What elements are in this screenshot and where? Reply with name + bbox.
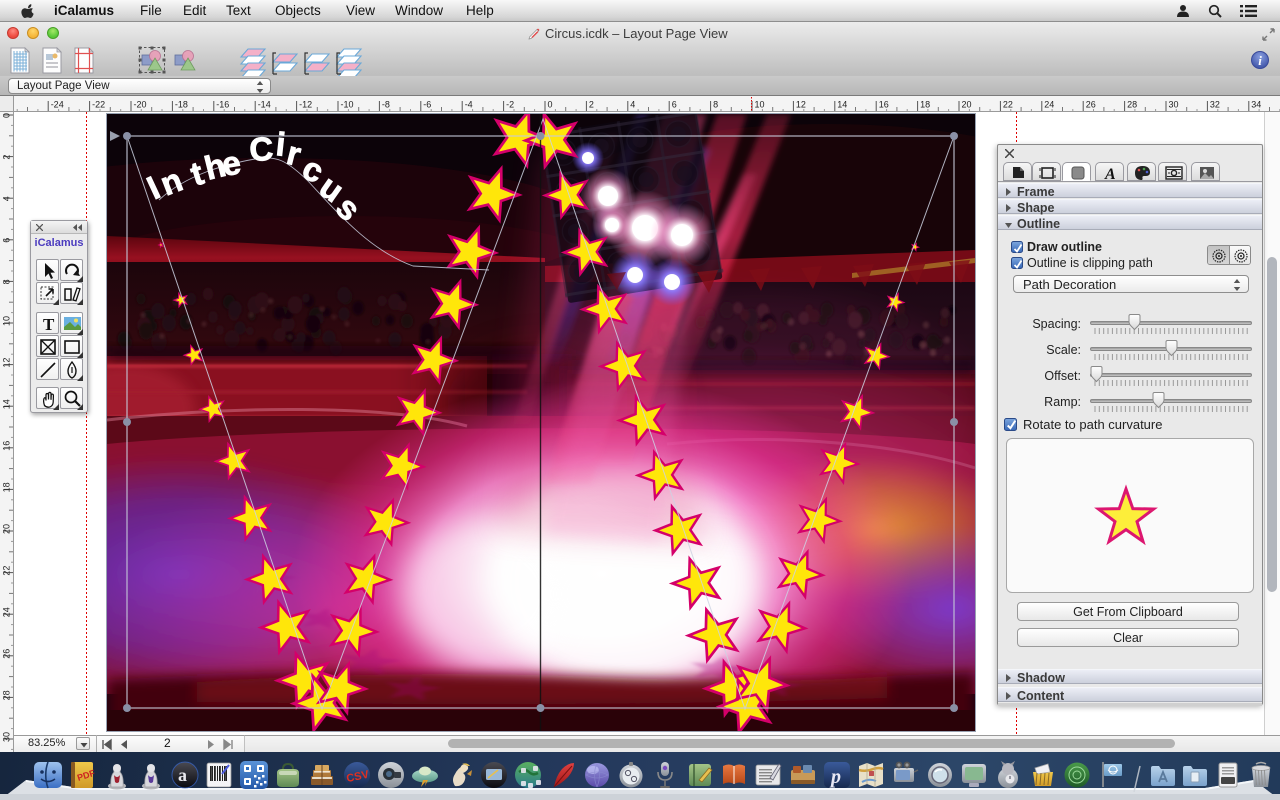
svg-text:30: 30 bbox=[2, 732, 12, 742]
svg-text:-18: -18 bbox=[175, 100, 188, 110]
svg-text:-8: -8 bbox=[382, 100, 390, 110]
svg-text:8: 8 bbox=[2, 279, 12, 284]
svg-text:-22: -22 bbox=[92, 100, 105, 110]
svg-text:p: p bbox=[829, 766, 841, 788]
svg-text:0: 0 bbox=[2, 113, 12, 118]
svg-text:18: 18 bbox=[2, 482, 12, 492]
svg-text:6: 6 bbox=[2, 238, 12, 243]
svg-text:20: 20 bbox=[962, 100, 972, 110]
svg-text:22: 22 bbox=[1003, 100, 1013, 110]
svg-text:6: 6 bbox=[672, 100, 677, 110]
svg-text:28: 28 bbox=[2, 690, 12, 700]
svg-text:4: 4 bbox=[630, 100, 635, 110]
svg-text:-10: -10 bbox=[341, 100, 354, 110]
svg-text:2: 2 bbox=[2, 155, 12, 160]
svg-text:10: 10 bbox=[2, 316, 12, 326]
svg-text:A: A bbox=[1104, 166, 1116, 182]
svg-text:-12: -12 bbox=[299, 100, 312, 110]
svg-text:-20: -20 bbox=[134, 100, 147, 110]
svg-text:a: a bbox=[178, 765, 187, 785]
svg-text:C: C bbox=[248, 130, 274, 168]
svg-text:26: 26 bbox=[2, 649, 12, 659]
svg-text:12: 12 bbox=[2, 358, 12, 368]
svg-text:T: T bbox=[43, 315, 55, 334]
svg-text:22: 22 bbox=[2, 566, 12, 576]
svg-text:10: 10 bbox=[755, 100, 765, 110]
svg-text:30: 30 bbox=[1169, 100, 1179, 110]
svg-text:16: 16 bbox=[2, 441, 12, 451]
svg-text:-16: -16 bbox=[216, 100, 229, 110]
svg-text:8: 8 bbox=[713, 100, 718, 110]
svg-text:-4: -4 bbox=[465, 100, 473, 110]
svg-text:24: 24 bbox=[2, 607, 12, 617]
svg-text:18: 18 bbox=[920, 100, 930, 110]
svg-text:-2: -2 bbox=[506, 100, 514, 110]
svg-text:-24: -24 bbox=[51, 100, 64, 110]
svg-text:-14: -14 bbox=[258, 100, 271, 110]
svg-text:-6: -6 bbox=[423, 100, 431, 110]
svg-text:14: 14 bbox=[837, 100, 847, 110]
svg-text:26: 26 bbox=[1086, 100, 1096, 110]
svg-text:32: 32 bbox=[1210, 100, 1220, 110]
svg-text:2: 2 bbox=[589, 100, 594, 110]
svg-text:16: 16 bbox=[879, 100, 889, 110]
svg-text:14: 14 bbox=[2, 399, 12, 409]
svg-text:20: 20 bbox=[2, 524, 12, 534]
svg-text:34: 34 bbox=[1251, 100, 1261, 110]
svg-text:24: 24 bbox=[1044, 100, 1054, 110]
svg-text:12: 12 bbox=[796, 100, 806, 110]
svg-text:28: 28 bbox=[1127, 100, 1137, 110]
svg-text:4: 4 bbox=[2, 196, 12, 201]
svg-text:0: 0 bbox=[548, 100, 553, 110]
